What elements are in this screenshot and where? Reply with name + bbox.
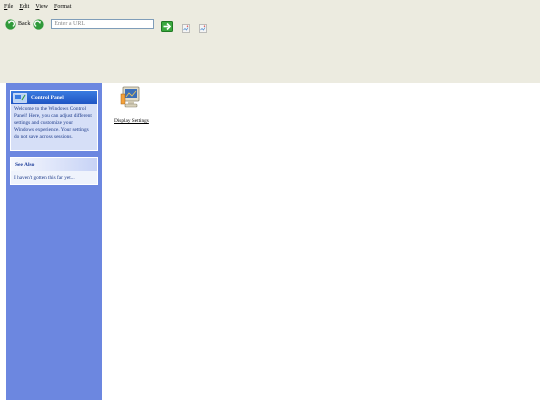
back-label: Back [18,21,31,27]
navigation-bar: Back [5,17,208,33]
display-settings-item[interactable]: Display Settings [114,86,154,124]
control-panel-header: Control Panel [11,91,97,104]
control-panel-description: Welcome to the Windows Control Panel! He… [14,106,92,140]
sidebar: Control Panel Welcome to the Windows Con… [6,83,102,400]
menu-format[interactable]: Format [54,4,71,14]
back-button[interactable]: Back [5,18,31,30]
broken-image-icon[interactable] [182,20,191,33]
go-arrow-icon [161,20,174,32]
broken-image-icon[interactable] [199,20,208,33]
display-settings-link[interactable]: Display Settings [114,118,149,124]
menu-view[interactable]: View [35,4,48,14]
see-also-title: See Also [15,161,35,168]
forward-button[interactable] [33,18,44,30]
see-also-text: I haven't gotten this far yet... [14,175,75,181]
monitor-icon[interactable] [120,86,142,110]
menu-edit[interactable]: Edit [19,4,29,14]
control-panel-icon [13,92,27,103]
toolbar-area: File Edit View Format Back [0,0,540,83]
menu-file[interactable]: File [4,4,13,14]
menu-bar: File Edit View Format [4,4,71,14]
control-panel-box: Control Panel Welcome to the Windows Con… [10,90,98,151]
url-input[interactable] [51,19,155,29]
go-button[interactable] [161,19,174,32]
control-panel-title: Control Panel [31,94,64,101]
see-also-box: See Also I haven't gotten this far yet..… [10,157,98,185]
see-also-header: See Also [11,158,97,171]
forward-arrow-icon [33,18,44,30]
back-arrow-icon [5,18,16,30]
